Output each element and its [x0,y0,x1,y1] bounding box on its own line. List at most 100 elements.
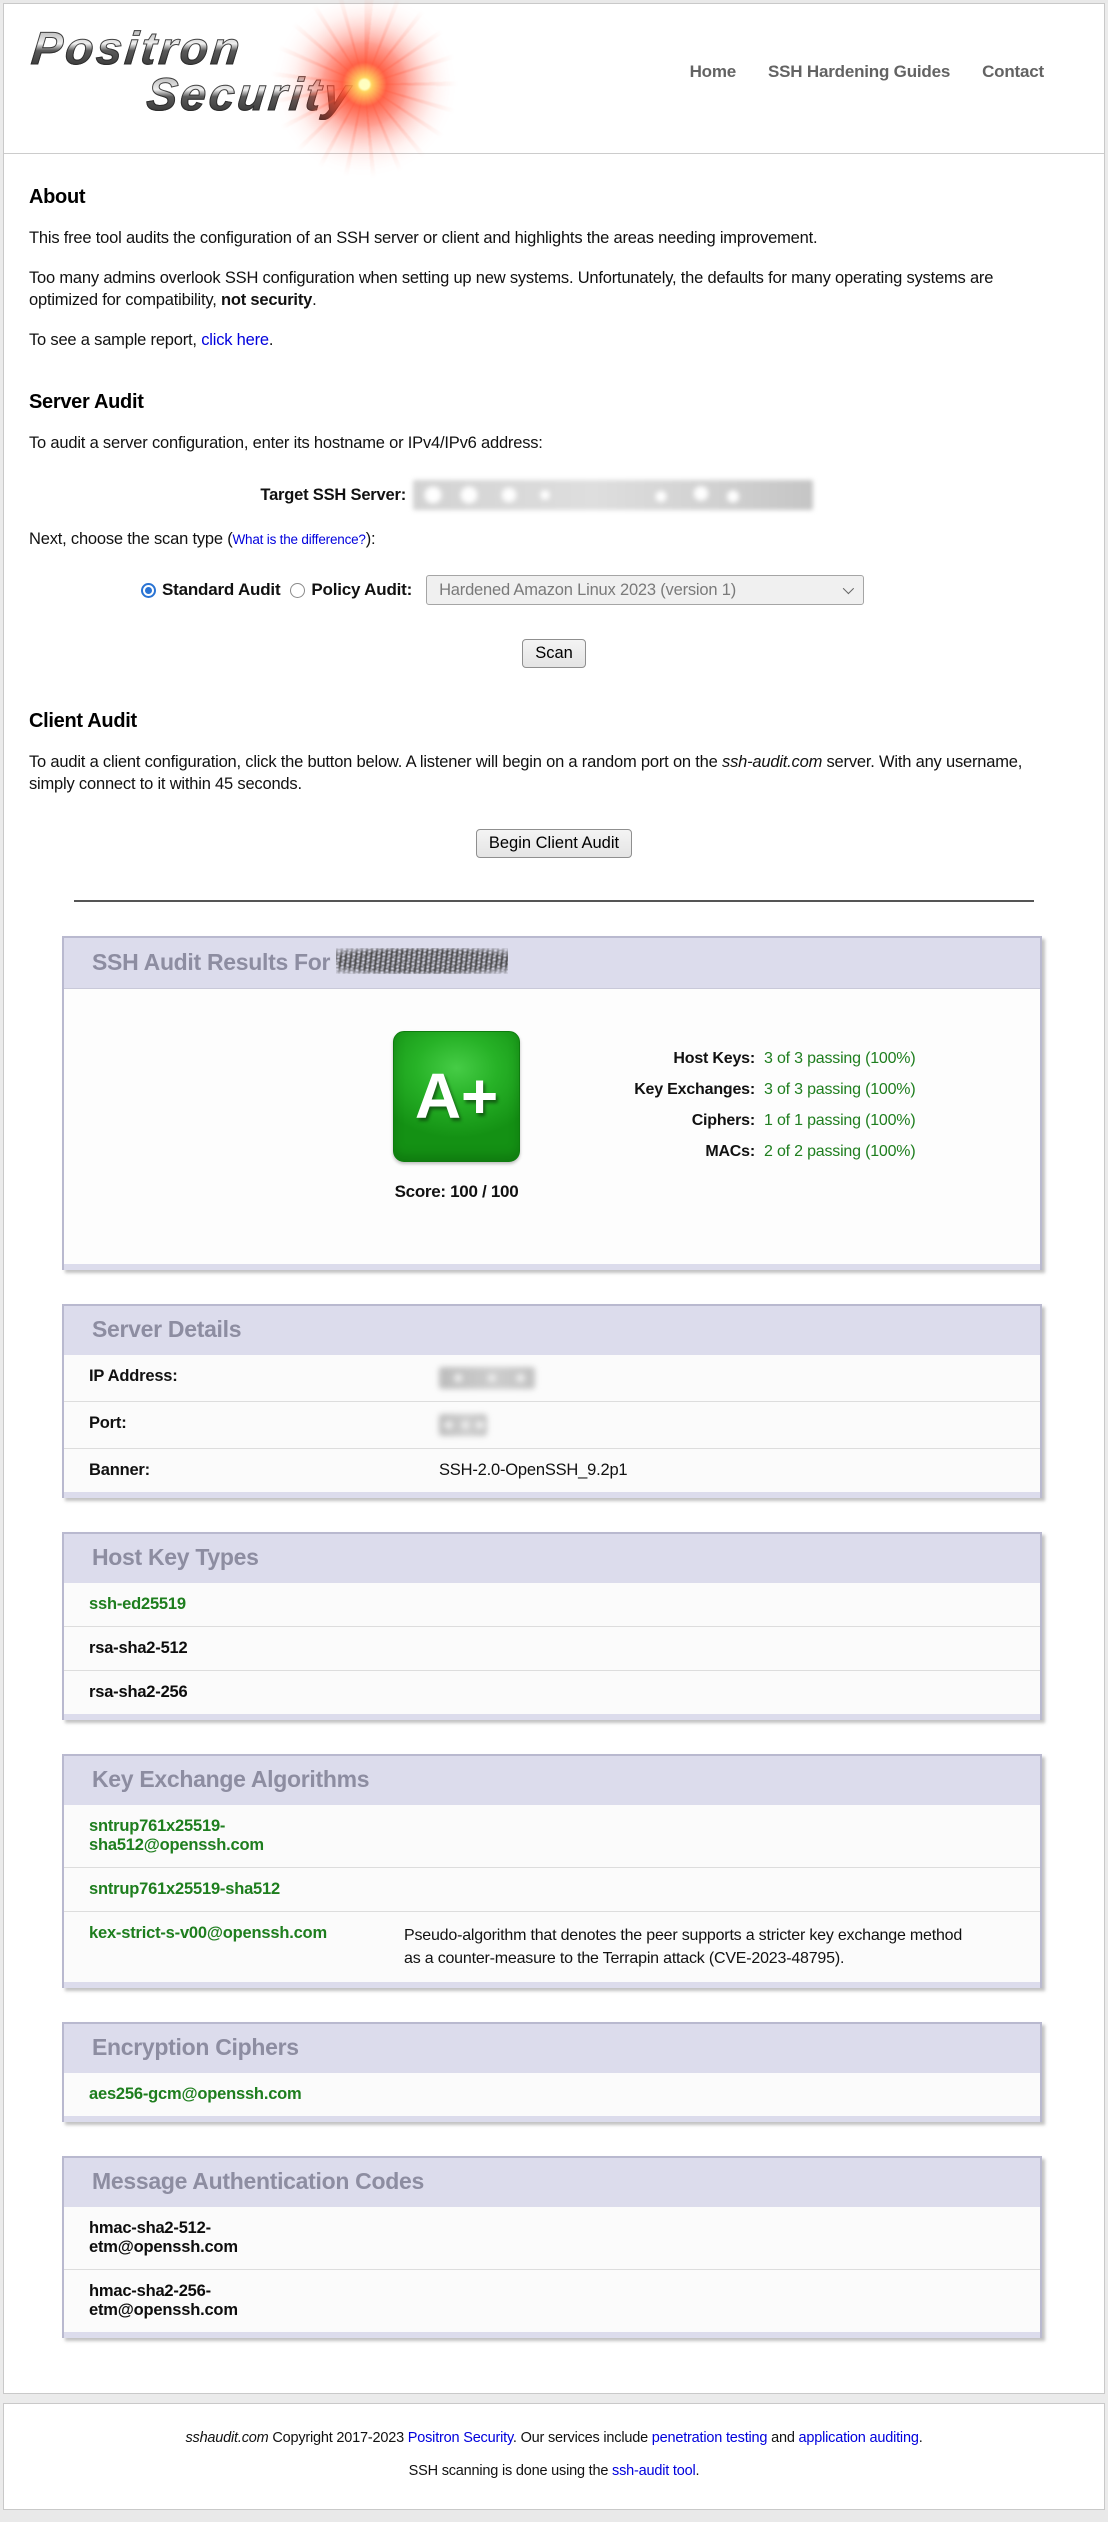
stat-row-key-exchanges: Key Exchanges:3 of 3 passing (100%) [587,1074,915,1105]
page-content: About This free tool audits the configur… [4,186,1104,2338]
algorithm-name: rsa-sha2-256 [89,1683,351,1702]
policy-audit-label: Policy Audit: [311,580,412,600]
nav-link-contact[interactable]: Contact [982,62,1044,82]
stat-label: Key Exchanges: [587,1074,755,1105]
server-audit-intro: To audit a server configuration, enter i… [29,432,1064,454]
detail-label-ip: IP Address: [64,1355,414,1402]
table-row: kex-strict-s-v00@openssh.comPseudo-algor… [64,1912,1040,1983]
sample-report-text: To see a sample report, [29,331,201,349]
page: { "colors": { "accent_green": "#1e7e1e",… [0,3,1108,2510]
scan-button[interactable]: Scan [522,639,586,668]
standard-audit-label: Standard Audit [162,580,280,600]
algorithm-name: sntrup761x25519-sha512 [89,1880,351,1899]
table-row: Banner: SSH-2.0-OpenSSH_9.2p1 [64,1449,1040,1493]
client-audit-domain: ssh-audit.com [722,753,822,771]
stat-label: MACs: [587,1136,755,1167]
standard-audit-radio[interactable] [141,583,156,598]
cipher-desc [379,2073,1040,2116]
footer-link-penetration-testing[interactable]: penetration testing [652,2430,768,2446]
cipher-name: aes256-gcm@openssh.com [64,2073,379,2116]
site-footer: sshaudit.com Copyright 2017-2023 Positro… [3,2403,1105,2510]
main-content-box: Positron Security Home SSH Hardening Gui… [3,3,1105,2394]
footer-domain: sshaudit.com [185,2430,268,2446]
redacted-ip-value [439,1367,535,1389]
algorithm-name: hmac-sha2-256-etm@openssh.com [89,2282,351,2320]
mac-name: hmac-sha2-256-etm@openssh.com [64,2270,379,2333]
table-row: ssh-ed25519 [64,1583,1040,1627]
target-server-row: Target SSH Server: [29,480,1079,510]
footer-text: . Our services include [513,2430,652,2446]
footer-link-application-auditing[interactable]: application auditing [799,2430,919,2446]
detail-label-banner: Banner: [64,1449,414,1493]
chevron-down-icon [843,583,854,594]
mac-desc [379,2270,1040,2333]
footer-text: Copyright 2017-2023 [269,2430,408,2446]
stat-value: 3 of 3 passing (100%) [764,1050,915,1067]
results-title-text: SSH Audit Results For [92,949,330,975]
client-audit-paragraph: To audit a client configuration, click t… [29,751,1064,795]
ssh-audit-results-panel: SSH Audit Results For A+ Score: 100 / 10… [62,936,1042,1270]
results-panel-title: SSH Audit Results For [64,938,1040,988]
begin-client-audit-button[interactable]: Begin Client Audit [476,829,632,858]
stat-value: 2 of 2 passing (100%) [764,1143,915,1160]
mac-name: hmac-sha2-512-etm@openssh.com [64,2207,379,2270]
algorithm-name: rsa-sha2-512 [89,1639,351,1658]
detail-value-banner: SSH-2.0-OpenSSH_9.2p1 [414,1449,1040,1493]
table-row: hmac-sha2-512-etm@openssh.com [64,2207,1040,2270]
table-row: sntrup761x25519-sha512 [64,1868,1040,1912]
scan-type-instruction: Next, choose the scan type (What is the … [29,528,1064,551]
footer-line-1: sshaudit.com Copyright 2017-2023 Positro… [14,2430,1094,2446]
macs-table: hmac-sha2-512-etm@openssh.com hmac-sha2-… [64,2207,1040,2332]
host-key-name: ssh-ed25519 [64,1583,379,1627]
score-text: Score: 100 / 100 [344,1182,569,1202]
stat-value: 1 of 1 passing (100%) [764,1112,915,1129]
encryption-ciphers-panel: Encryption Ciphers aes256-gcm@openssh.co… [62,2022,1042,2122]
client-audit-heading: Client Audit [29,710,1079,733]
host-key-desc [379,1671,1040,1715]
server-audit-heading: Server Audit [29,391,1079,414]
scan-type-text: Next, choose the scan type ( [29,530,233,548]
stat-label: Host Keys: [587,1043,755,1074]
nav-link-home[interactable]: Home [690,62,736,82]
key-exchange-table: sntrup761x25519-sha512@openssh.com sntru… [64,1805,1040,1982]
table-row: hmac-sha2-256-etm@openssh.com [64,2270,1040,2333]
kex-name: sntrup761x25519-sha512 [64,1868,379,1912]
main-nav: Home SSH Hardening Guides Contact [690,62,1044,82]
policy-select[interactable]: Hardened Amazon Linux 2023 (version 1) [426,575,864,605]
about-paragraph-1: This free tool audits the configuration … [29,227,1064,249]
detail-value-ip [414,1355,1040,1402]
algorithm-name: aes256-gcm@openssh.com [89,2085,351,2104]
footer-text: and [767,2430,798,2446]
nav-link-ssh-hardening-guides[interactable]: SSH Hardening Guides [768,62,950,82]
footer-link-ssh-audit-tool[interactable]: ssh-audit tool [612,2463,695,2479]
policy-audit-radio[interactable] [290,583,305,598]
kex-name: sntrup761x25519-sha512@openssh.com [64,1805,379,1868]
footer-link-positron-security[interactable]: Positron Security [408,2430,513,2446]
host-key-types-table: ssh-ed25519 rsa-sha2-512 rsa-sha2-256 [64,1583,1040,1714]
site-header: Positron Security Home SSH Hardening Gui… [4,4,1104,154]
target-server-input[interactable] [413,480,813,510]
key-exchange-panel: Key Exchange Algorithms sntrup761x25519-… [62,1754,1042,1988]
detail-label-port: Port: [64,1402,414,1449]
macs-panel: Message Authentication Codes hmac-sha2-5… [62,2156,1042,2338]
sample-report-link[interactable]: click here [201,331,269,349]
algorithm-name: hmac-sha2-512-etm@openssh.com [89,2219,351,2257]
host-key-desc [379,1627,1040,1671]
grade-badge: A+ [393,1031,520,1162]
algorithm-name: ssh-ed25519 [89,1595,351,1614]
server-details-panel: Server Details IP Address: Port: Banner:… [62,1304,1042,1498]
about-p2-bold: not security [221,291,312,309]
footer-text: . [919,2430,923,2446]
host-key-name: rsa-sha2-256 [64,1671,379,1715]
redacted-hostname [336,948,508,974]
about-heading: About [29,186,1079,209]
stat-row-ciphers: Ciphers:1 of 1 passing (100%) [587,1105,915,1136]
detail-value-port [414,1402,1040,1449]
scan-type-text-end: ): [366,530,376,548]
macs-title: Message Authentication Codes [64,2158,1040,2207]
logo-text-security: Security [144,68,355,120]
grade-column: A+ Score: 100 / 100 [344,1031,569,1202]
host-key-types-panel: Host Key Types ssh-ed25519 rsa-sha2-512 … [62,1532,1042,1720]
scan-type-difference-link[interactable]: What is the difference? [233,532,366,547]
table-row: rsa-sha2-256 [64,1671,1040,1715]
